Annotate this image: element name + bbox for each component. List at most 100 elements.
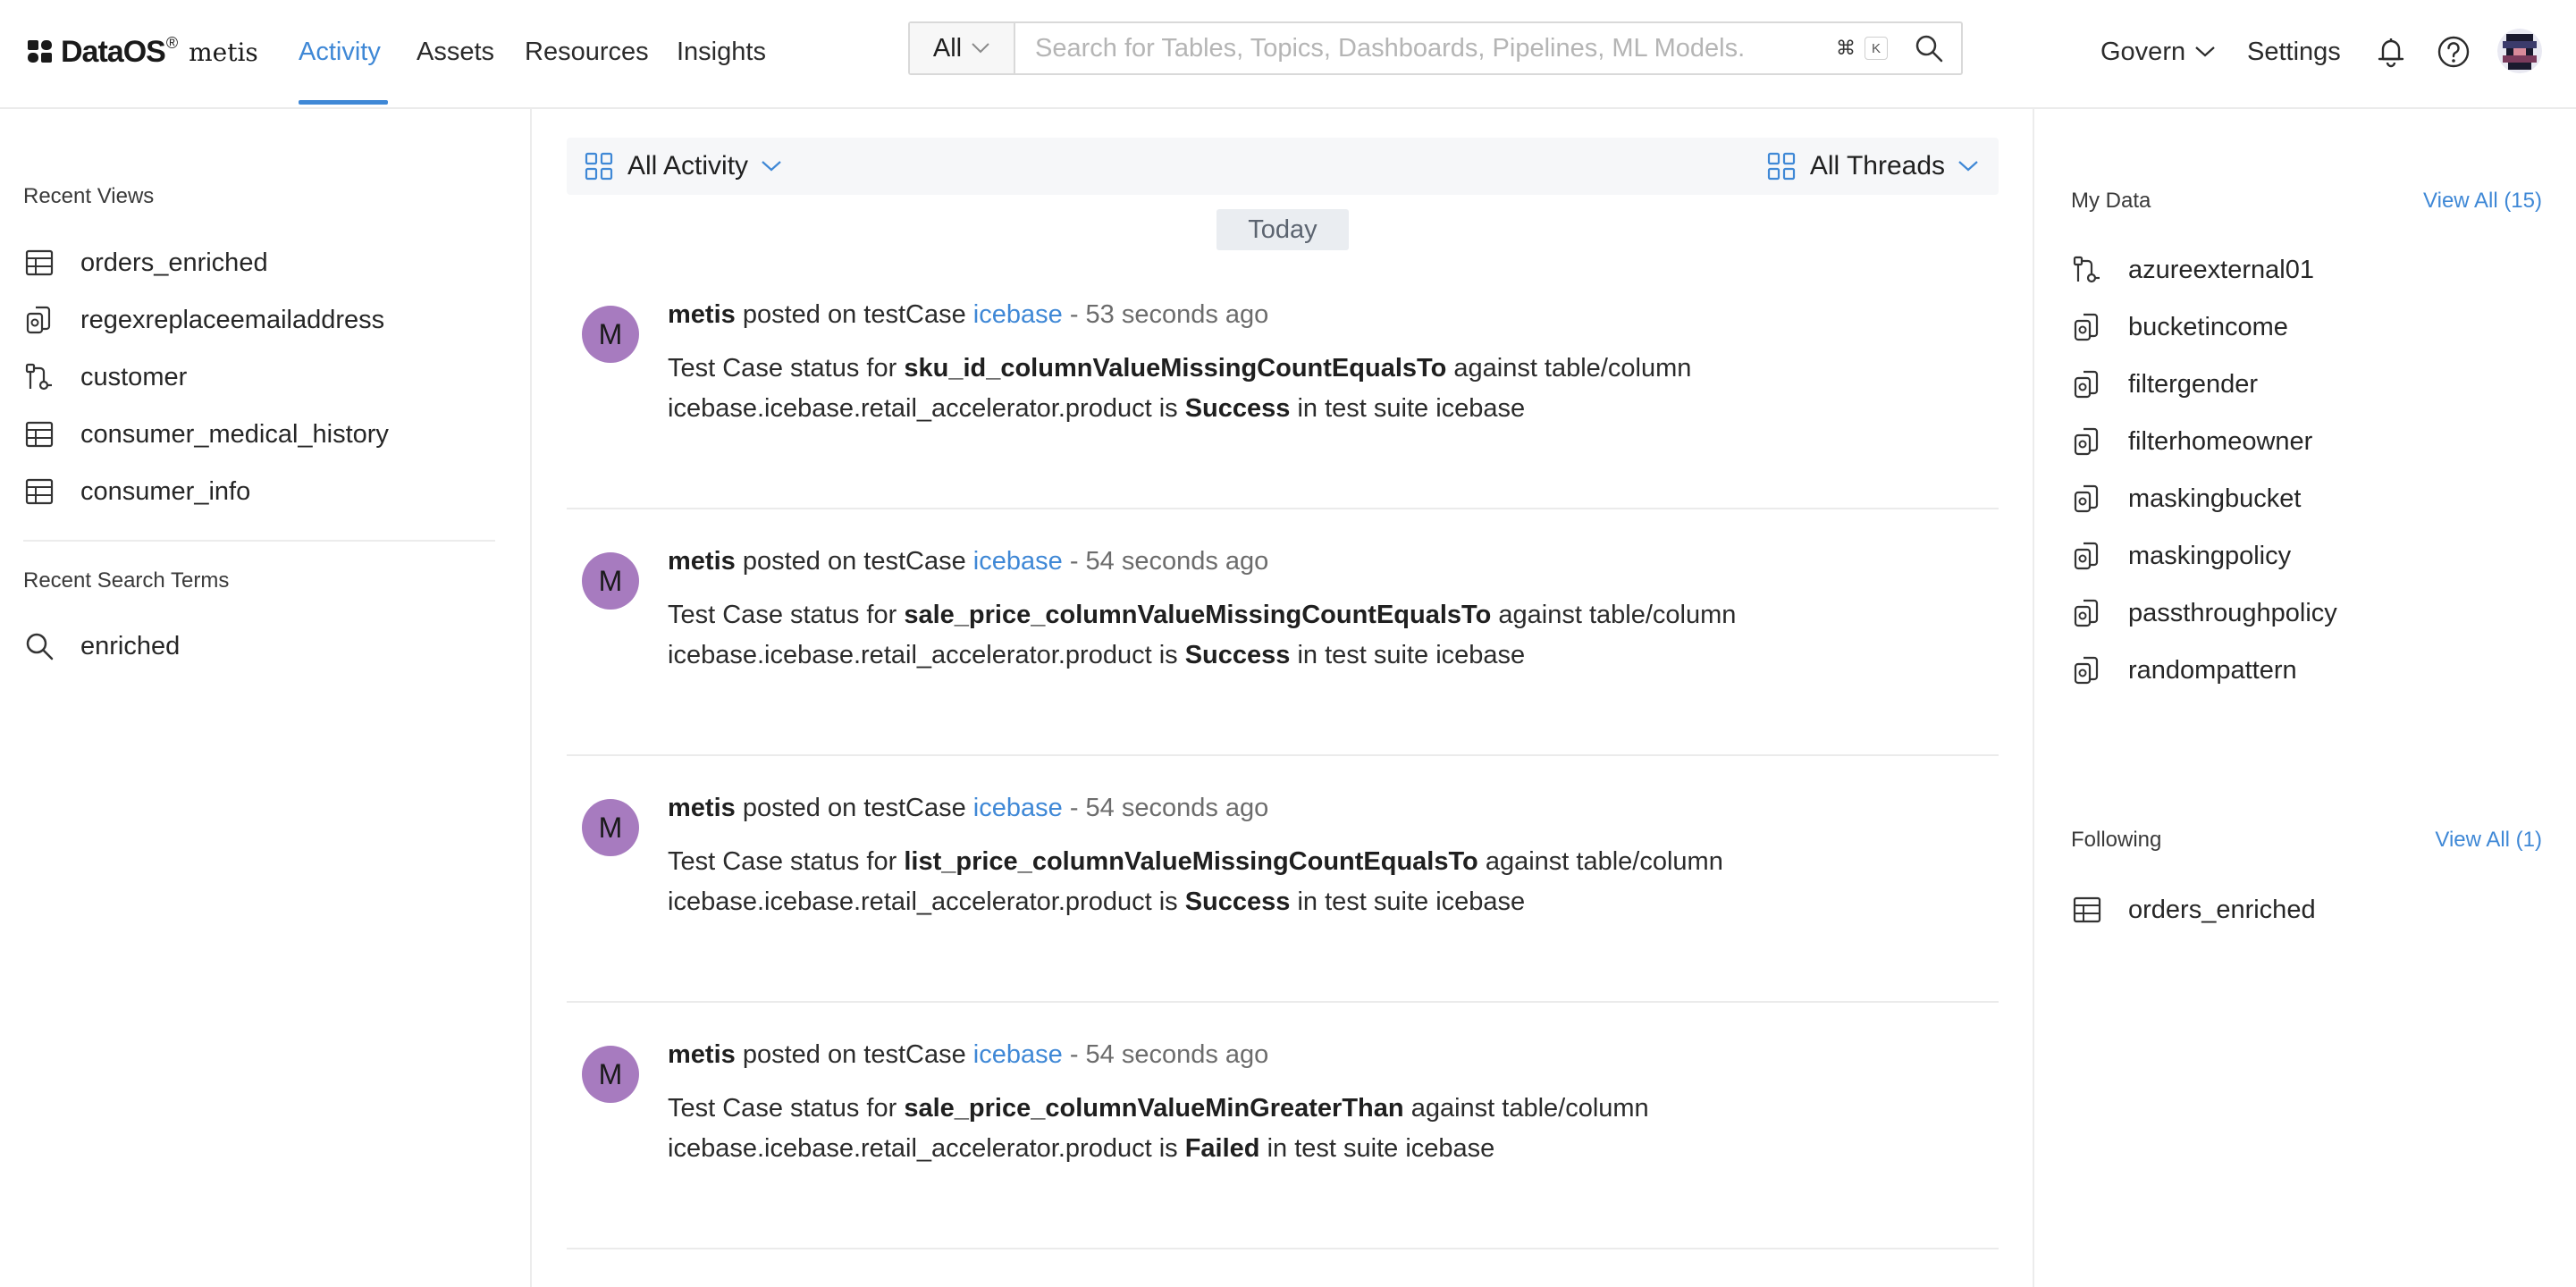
my-data-item[interactable]: maskingbucket xyxy=(2071,481,2301,517)
post-avatar[interactable]: M xyxy=(582,306,639,363)
post-action: posted on testCase xyxy=(742,794,966,822)
bell-icon xyxy=(2378,38,2404,68)
right-column-divider xyxy=(2033,109,2034,1287)
govern-menu[interactable]: Govern xyxy=(2100,34,2216,70)
recent-search-item[interactable]: enriched xyxy=(23,628,180,664)
recent-view-item[interactable]: regexreplaceemailaddress xyxy=(23,302,384,338)
search-input[interactable] xyxy=(1015,23,1836,73)
user-avatar[interactable] xyxy=(2497,29,2542,73)
table-icon xyxy=(25,249,54,276)
brand-registered-mark: ® xyxy=(165,33,179,52)
my-data-view-all-link[interactable]: View All (15) xyxy=(2423,189,2542,214)
recent-view-label: consumer_info xyxy=(80,476,251,506)
my-data-label: bucketincome xyxy=(2128,312,2288,341)
post-action: posted on testCase xyxy=(742,1040,966,1069)
my-data-item[interactable]: azureexternal01 xyxy=(2071,252,2314,288)
activity-post: M metis posted on testCase icebase - 54 … xyxy=(567,509,1999,756)
active-tab-indicator xyxy=(299,100,388,105)
my-data-item[interactable]: maskingpolicy xyxy=(2071,538,2291,574)
brand-subtitle: metis xyxy=(189,37,258,67)
recent-view-label: regexreplaceemailaddress xyxy=(80,305,385,334)
post-prefix: Test Case status for xyxy=(668,601,897,629)
top-navigation-bar: DataOS ® metis Activity Assets Resources … xyxy=(0,0,2576,109)
following-title: Following xyxy=(2071,828,2162,852)
post-message: Test Case status for sale_price_columnVa… xyxy=(668,1089,1937,1169)
notifications-button[interactable] xyxy=(2373,34,2409,70)
all-activity-dropdown[interactable]: All Activity xyxy=(585,148,782,184)
grid-icon xyxy=(1767,152,1795,181)
following-view-all-link[interactable]: View All (1) xyxy=(2435,828,2542,853)
recent-search-terms-title: Recent Search Terms xyxy=(23,568,230,593)
date-separator: Today xyxy=(1216,209,1349,250)
recent-view-item[interactable]: consumer_medical_history xyxy=(23,416,389,452)
my-data-label: filterhomeowner xyxy=(2128,426,2313,456)
recent-view-item[interactable]: consumer_info xyxy=(23,474,250,509)
post-timestamp: - 54 seconds ago xyxy=(1069,794,1269,822)
policy-icon xyxy=(2074,370,2099,399)
dataos-logo-mark-icon xyxy=(28,40,52,63)
my-data-label: filtergender xyxy=(2128,369,2259,399)
all-threads-dropdown[interactable]: All Threads xyxy=(1767,148,1979,184)
policy-icon xyxy=(2074,427,2099,456)
post-entity-link[interactable]: icebase xyxy=(973,1040,1063,1069)
post-header: metis posted on testCase icebase - 54 se… xyxy=(668,794,1268,823)
post-prefix: Test Case status for xyxy=(668,847,897,876)
left-column-divider xyxy=(530,109,532,1287)
post-entity-link[interactable]: icebase xyxy=(973,300,1063,329)
post-test-name: list_price_columnValueMissingCountEquals… xyxy=(904,847,1478,876)
help-button[interactable] xyxy=(2436,34,2471,70)
post-message: Test Case status for sale_price_columnVa… xyxy=(668,595,1937,676)
post-header: metis posted on testCase icebase - 54 se… xyxy=(668,1040,1268,1070)
my-data-item[interactable]: randompattern xyxy=(2071,652,2297,688)
post-entity-link[interactable]: icebase xyxy=(973,547,1063,576)
post-author[interactable]: metis xyxy=(668,794,736,822)
chevron-down-icon xyxy=(972,43,989,54)
my-data-label: azureexternal01 xyxy=(2128,255,2314,284)
pipeline-icon xyxy=(2073,256,2100,283)
search-button[interactable] xyxy=(1904,23,1954,73)
my-data-item[interactable]: filterhomeowner xyxy=(2071,424,2312,459)
settings-link[interactable]: Settings xyxy=(2247,34,2341,70)
post-action: posted on testCase xyxy=(742,547,966,576)
post-header: metis posted on testCase icebase - 53 se… xyxy=(668,300,1268,330)
search-icon xyxy=(26,633,54,660)
following-item[interactable]: orders_enriched xyxy=(2071,892,2316,928)
post-avatar[interactable]: M xyxy=(582,799,639,856)
activity-post: M metis posted on testCase icebase - 53 … xyxy=(567,263,1999,509)
dataos-logo[interactable]: DataOS ® metis xyxy=(27,34,258,70)
policy-icon xyxy=(26,306,51,334)
post-suffix: in test suite icebase xyxy=(1297,394,1526,423)
tab-assets[interactable]: Assets xyxy=(417,34,494,70)
search-type-select[interactable]: All xyxy=(910,23,1015,73)
recent-view-item[interactable]: orders_enriched xyxy=(23,245,268,281)
k-key-badge: K xyxy=(1865,37,1888,60)
post-author[interactable]: metis xyxy=(668,1040,736,1069)
post-avatar[interactable]: M xyxy=(582,1046,639,1103)
post-entity-link[interactable]: icebase xyxy=(973,794,1063,822)
tab-resources[interactable]: Resources xyxy=(525,34,649,70)
tab-activity[interactable]: Activity xyxy=(299,34,381,70)
post-test-name: sku_id_columnValueMissingCountEqualsTo xyxy=(904,354,1447,383)
my-data-item[interactable]: passthroughpolicy xyxy=(2071,595,2337,631)
post-test-name: sale_price_columnValueMissingCountEquals… xyxy=(904,601,1492,629)
tab-insights[interactable]: Insights xyxy=(677,34,766,70)
post-prefix: Test Case status for xyxy=(668,354,897,383)
post-timestamp: - 54 seconds ago xyxy=(1069,547,1269,576)
my-data-item[interactable]: filtergender xyxy=(2071,366,2258,402)
post-author[interactable]: metis xyxy=(668,547,736,576)
post-status: Failed xyxy=(1184,1134,1260,1163)
user-avatar-icon xyxy=(2497,29,2542,73)
chevron-down-icon xyxy=(1958,161,1978,172)
policy-icon xyxy=(2074,656,2099,685)
table-icon xyxy=(2073,896,2101,923)
recent-view-item[interactable]: customer xyxy=(23,359,187,395)
post-prefix: Test Case status for xyxy=(668,1094,897,1123)
my-data-label: passthroughpolicy xyxy=(2128,598,2337,627)
my-data-item[interactable]: bucketincome xyxy=(2071,309,2288,345)
post-avatar[interactable]: M xyxy=(582,552,639,610)
post-action: posted on testCase xyxy=(742,300,966,329)
chevron-down-icon xyxy=(2195,46,2215,57)
my-data-label: maskingbucket xyxy=(2128,484,2302,513)
post-author[interactable]: metis xyxy=(668,300,736,329)
my-data-label: maskingpolicy xyxy=(2128,541,2292,570)
